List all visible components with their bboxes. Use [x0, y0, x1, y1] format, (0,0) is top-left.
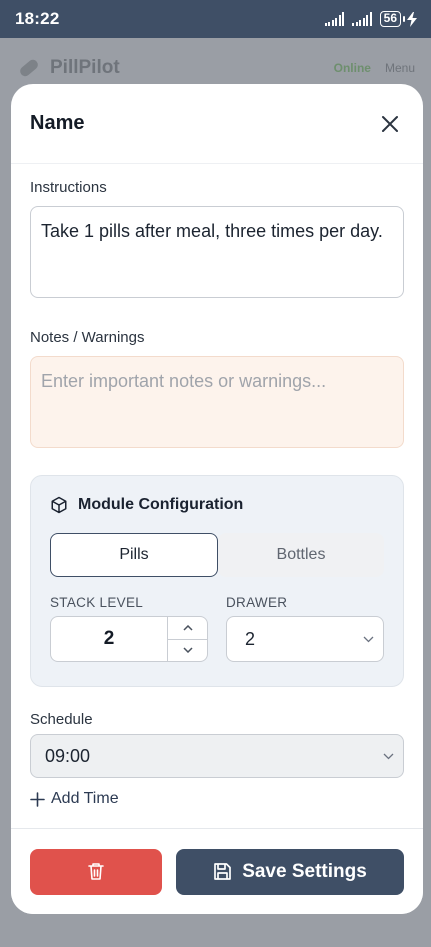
signal-icon — [352, 12, 372, 26]
module-settings-row: STACK LEVEL 2 DRAWER 2 — [50, 595, 384, 662]
edit-medication-modal: Name Instructions Take 1 pills after mea… — [11, 84, 423, 914]
modal-body: Instructions Take 1 pills after meal, th… — [11, 179, 423, 808]
battery-level: 56 — [379, 11, 401, 27]
add-time-label: Add Time — [51, 790, 119, 807]
status-bar: 18:22 56 — [0, 0, 431, 38]
module-configuration-card: Module Configuration Pills Bottles STACK… — [30, 475, 404, 687]
close-icon — [382, 115, 398, 132]
drawer-select[interactable]: 2 — [226, 616, 384, 662]
drawer-value: 2 — [245, 628, 256, 649]
modal-header: Name — [11, 84, 423, 164]
chevron-down-icon — [383, 753, 394, 759]
chevron-down-icon — [182, 647, 193, 654]
chevron-up-icon — [182, 624, 193, 631]
stack-level-group: STACK LEVEL 2 — [50, 595, 208, 662]
trash-icon — [88, 863, 104, 880]
schedule-time-value: 09:00 — [45, 745, 91, 766]
schedule-label: Schedule — [30, 711, 93, 728]
save-icon — [214, 863, 232, 880]
instructions-label: Instructions — [30, 179, 107, 196]
chevron-down-icon — [363, 636, 374, 642]
notes-field[interactable]: Enter important notes or warnings... — [30, 356, 404, 448]
charging-icon — [407, 11, 417, 27]
stack-level-increment-button[interactable] — [168, 617, 207, 640]
plus-icon — [30, 791, 45, 807]
stack-level-input[interactable]: 2 — [51, 617, 167, 661]
tab-pills[interactable]: Pills — [50, 533, 218, 577]
module-title: Module Configuration — [78, 496, 244, 513]
module-type-toggle: Pills Bottles — [50, 533, 384, 577]
close-button[interactable] — [376, 110, 404, 138]
tab-bottles[interactable]: Bottles — [218, 533, 384, 577]
modal-title: Name — [30, 112, 85, 134]
status-icons: 56 — [324, 11, 417, 27]
background-header-right: Online Menu — [334, 61, 415, 75]
modal-footer: Save Settings — [11, 828, 423, 914]
background-logo: PillPilot — [16, 55, 120, 81]
background-status: Online — [333, 61, 371, 75]
drawer-label: DRAWER — [226, 595, 288, 610]
module-header: Module Configuration — [50, 496, 384, 514]
signal-icon — [324, 12, 345, 26]
save-settings-label: Save Settings — [242, 860, 367, 882]
notes-label: Notes / Warnings — [30, 329, 145, 346]
background-app-name: PillPilot — [50, 57, 120, 78]
drawer-group: DRAWER 2 — [226, 595, 384, 662]
cube-icon — [51, 496, 67, 514]
instructions-field[interactable]: Take 1 pills after meal, three times per… — [30, 206, 404, 298]
stepper-buttons — [167, 617, 207, 661]
stack-level-decrement-button[interactable] — [168, 640, 207, 662]
stack-level-label: STACK LEVEL — [50, 595, 144, 610]
delete-button[interactable] — [30, 848, 162, 895]
background-menu: Menu — [384, 61, 415, 75]
status-time: 18:22 — [15, 9, 60, 28]
stack-level-stepper: 2 — [50, 616, 208, 662]
battery-icon: 56 — [379, 11, 417, 27]
schedule-time-select[interactable]: 09:00 — [30, 734, 404, 778]
pill-icon — [20, 59, 38, 77]
save-settings-button[interactable]: Save Settings — [176, 848, 404, 895]
add-time-button[interactable]: Add Time — [30, 790, 404, 808]
